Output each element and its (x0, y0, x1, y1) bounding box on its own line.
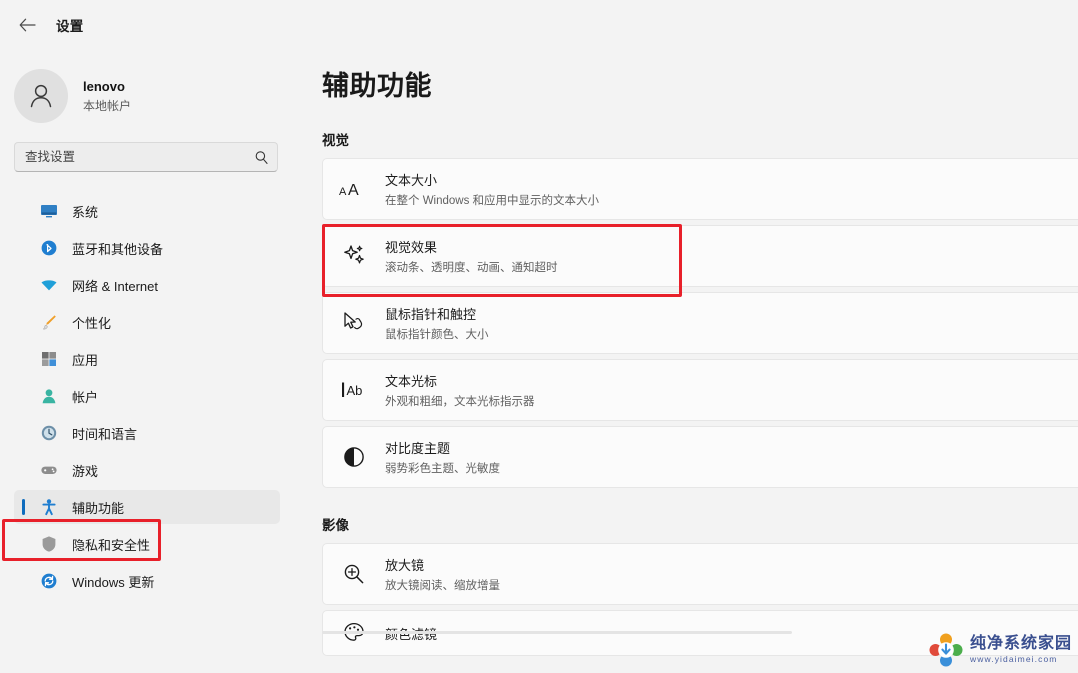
wifi-icon (40, 276, 58, 294)
card-subtitle: 滚动条、透明度、动画、通知超时 (385, 262, 558, 274)
contrast-icon (323, 444, 385, 470)
account-block[interactable]: lenovo 本地帐户 (0, 50, 312, 128)
sidebar-item-label: 游戏 (72, 463, 99, 479)
sidebar-item-label: Windows 更新 (72, 574, 155, 590)
settings-card[interactable]: 放大镜放大镜阅读、缩放增量 (322, 543, 1078, 605)
card-title: 放大镜 (385, 558, 425, 573)
watermark-url: www.yidaimei.com (969, 654, 1058, 665)
back-arrow-icon (19, 18, 36, 32)
update-icon (40, 572, 58, 590)
apps-icon (40, 350, 58, 368)
magnifying-glass-icon (255, 150, 268, 164)
sidebar-item-label: 蓝牙和其他设备 (72, 241, 164, 257)
watermark-brand: 纯净系统家园 (969, 635, 1072, 653)
account-name: lenovo (83, 78, 125, 94)
account-type: 本地帐户 (83, 98, 132, 113)
sidebar-nav: 系统蓝牙和其他设备 网络 & Internet 个性化应用帐户时间和语言游戏辅助功能… (0, 194, 312, 598)
card-subtitle: 外观和粗细，文本光标指示器 (385, 396, 535, 408)
settings-card[interactable]: 视觉效果滚动条、透明度、动画、通知超时 (322, 225, 1078, 287)
settings-card[interactable]: A A 文本大小 在整个 Windows 和应用中显示的文本大小 (322, 158, 1078, 220)
search-input[interactable] (25, 143, 254, 171)
page-title: 辅助功能 (322, 71, 432, 101)
settings-sections: 视觉 A A 文本大小 在整个 Windows 和应用中显示的文本大小 视觉效果 滚动条、透… (312, 129, 1078, 656)
settings-card[interactable]: 鼠标指针和触控 鼠标指针颜色、大小 (322, 292, 1078, 354)
avatar (14, 69, 68, 123)
card-title: 对比度主题 (385, 441, 451, 456)
selected-indicator-bar (22, 499, 25, 515)
section-heading: 视觉 (322, 133, 349, 148)
sidebar: lenovo 本地帐户 系统蓝牙和其他设备网络 & Internet 个性化应用帐… (0, 50, 312, 673)
card-text: 视觉效果滚动条、透明度、动画、通知超时 (385, 226, 558, 286)
text-cursor-icon: Ab (323, 378, 385, 402)
sidebar-item-5[interactable]: 应用 (14, 342, 280, 376)
card-text: 放大镜放大镜阅读、缩放增量 (385, 544, 500, 604)
app-title: 设置 (56, 19, 84, 34)
sparkle-icon (323, 243, 385, 269)
sidebar-item-11[interactable]: Windows 更新 (14, 564, 280, 598)
sidebar-item-label: 系统 (72, 204, 99, 220)
watermark-logo-icon (929, 633, 963, 667)
brush-icon (40, 313, 58, 331)
watermark-text: 纯净系统家园 www.yidaimei.com (970, 636, 1072, 664)
sidebar-item-label: 帐户 (72, 389, 99, 405)
main-content: 辅助功能 视觉 A A 文本大小 在整个 Windows 和应用中显示的文本大小 视觉效果… (312, 50, 1078, 673)
settings-card[interactable]: Ab 文本光标外观和粗细，文本光标指示器 (322, 359, 1078, 421)
mouse-pointer-icon (323, 310, 385, 336)
sidebar-item-4[interactable]: 个性化 (14, 305, 280, 339)
card-text: 鼠标指针和触控 鼠标指针颜色、大小 (385, 293, 489, 353)
sidebar-item-label: 个性化 (72, 315, 112, 331)
scrollbar-track[interactable] (322, 631, 792, 634)
card-title: 鼠标指针和触控 (385, 307, 477, 322)
sidebar-item-1[interactable]: 系统 (14, 194, 280, 228)
sidebar-item-label: 辅助功能 (72, 500, 125, 516)
card-subtitle: 弱势彩色主题、光敏度 (385, 463, 500, 475)
text-size-icon: AA (323, 177, 385, 201)
svg-text:Ab: Ab (347, 383, 363, 398)
watermark: 纯净系统家园 www.yidaimei.com (929, 633, 1072, 667)
sidebar-item-label: 应用 (72, 352, 99, 368)
search-icon[interactable] (254, 150, 269, 165)
bluetooth-icon (40, 239, 58, 257)
magnifier-icon (323, 561, 385, 587)
sidebar-item-7[interactable]: 时间和语言 (14, 416, 280, 450)
svg-text:A: A (339, 186, 347, 198)
card-title: 文本光标 (385, 374, 438, 389)
sidebar-item-9[interactable]: 辅助功能 (14, 490, 280, 524)
svg-text:A: A (348, 182, 359, 199)
settings-window: 设置 lenovo 本地帐户 系统蓝 (0, 0, 1078, 673)
card-subtitle: 放大镜阅读、缩放增量 (385, 580, 500, 592)
card-subtitle: 鼠标指针颜色、大小 (385, 329, 489, 341)
person-avatar-icon (30, 84, 52, 108)
sidebar-item-2[interactable]: 蓝牙和其他设备 (14, 231, 280, 265)
monitor-icon (40, 202, 58, 220)
card-text: 对比度主题弱势彩色主题、光敏度 (385, 427, 500, 487)
section-heading: 影像 (322, 518, 349, 533)
sidebar-item-3[interactable]: 网络 & Internet (14, 268, 280, 302)
account-text: lenovo 本地帐户 (83, 79, 131, 114)
clock-globe-icon (40, 424, 58, 442)
card-title: 文本大小 (385, 173, 438, 188)
sidebar-item-label: 时间和语言 (72, 426, 138, 442)
card-title: 视觉效果 (385, 240, 438, 255)
card-subtitle: 在整个 Windows 和应用中显示的文本大小 (385, 195, 600, 207)
back-button[interactable] (12, 10, 42, 40)
accessibility-icon (40, 498, 58, 516)
shield-icon (40, 535, 58, 553)
person-icon (40, 387, 58, 405)
gamepad-icon (40, 461, 58, 479)
card-text: 文本大小在整个 Windows 和应用中显示的文本大小 (385, 159, 599, 219)
search-box[interactable] (14, 142, 278, 172)
title-bar: 设置 (0, 0, 1078, 50)
sidebar-item-label: 隐私和安全性 (72, 537, 151, 553)
card-text: 文本光标外观和粗细，文本光标指示器 (385, 360, 535, 420)
sidebar-item-6[interactable]: 帐户 (14, 379, 280, 413)
sidebar-item-10[interactable]: 隐私和安全性 (14, 527, 280, 561)
sidebar-item-label: 网络 & Internet (72, 278, 158, 294)
sidebar-item-8[interactable]: 游戏 (14, 453, 280, 487)
settings-card[interactable]: 对比度主题弱势彩色主题、光敏度 (322, 426, 1078, 488)
